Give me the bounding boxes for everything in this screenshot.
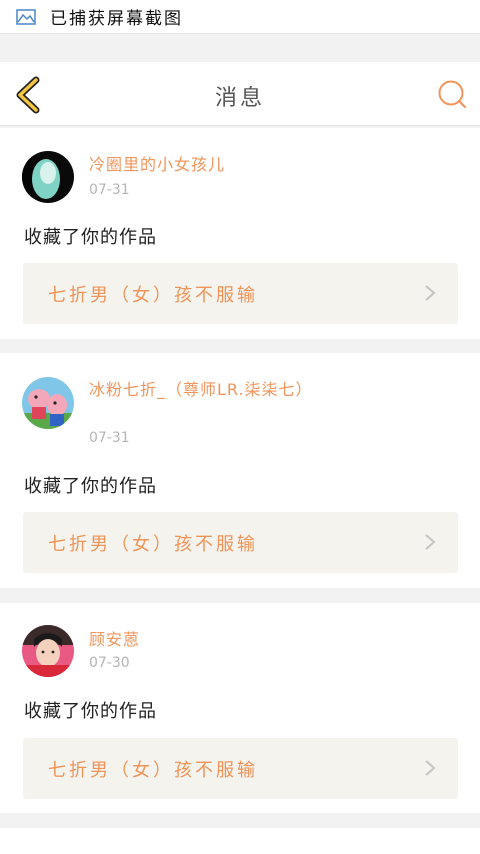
work-title: 七折男（女）孩不服输 xyxy=(48,760,258,781)
work-title: 七折男（女）孩不服输 xyxy=(48,285,258,306)
message-date: 07-31 xyxy=(89,182,130,198)
work-title: 七折男（女）孩不服输 xyxy=(48,534,258,555)
message-card: 冰粉七折_（尊师LR.柒柒七） 07-31 收藏了你的作品 七折男（女）孩不服输 xyxy=(0,353,480,588)
message-date: 07-31 xyxy=(89,430,130,446)
avatar[interactable] xyxy=(22,625,74,677)
chevron-right-icon xyxy=(425,285,436,301)
chevron-right-icon xyxy=(425,760,436,776)
message-card-partial xyxy=(0,828,480,854)
message-action-text: 收藏了你的作品 xyxy=(24,476,157,497)
avatar[interactable] xyxy=(22,377,74,429)
chevron-right-icon xyxy=(425,534,436,550)
message-action-text: 收藏了你的作品 xyxy=(24,227,157,248)
search-button[interactable] xyxy=(436,78,468,110)
work-link[interactable]: 七折男（女）孩不服输 xyxy=(23,512,458,573)
message-username[interactable]: 冰粉七折_（尊师LR.柒柒七） xyxy=(89,377,312,403)
message-username[interactable]: 顾安蒽 xyxy=(89,627,309,653)
screenshot-icon xyxy=(16,8,36,25)
message-username[interactable]: 冷圈里的小女孩儿 xyxy=(89,152,309,178)
work-link[interactable]: 七折男（女）孩不服输 xyxy=(23,263,458,324)
message-card: 顾安蒽 07-30 收藏了你的作品 七折男（女）孩不服输 xyxy=(0,603,480,813)
navbar: 消息 xyxy=(0,62,480,126)
page-title: 消息 xyxy=(214,86,265,111)
message-date: 07-30 xyxy=(89,655,130,671)
avatar[interactable] xyxy=(22,151,74,203)
message-card: 冷圈里的小女孩儿 07-31 收藏了你的作品 七折男（女）孩不服输 xyxy=(0,128,480,339)
status-bar-text: 已捕获屏幕截图 xyxy=(50,9,183,29)
search-icon xyxy=(438,80,467,109)
status-bar: 已捕获屏幕截图 xyxy=(0,0,480,34)
message-action-text: 收藏了你的作品 xyxy=(24,701,157,722)
work-link[interactable]: 七折男（女）孩不服输 xyxy=(23,738,458,799)
